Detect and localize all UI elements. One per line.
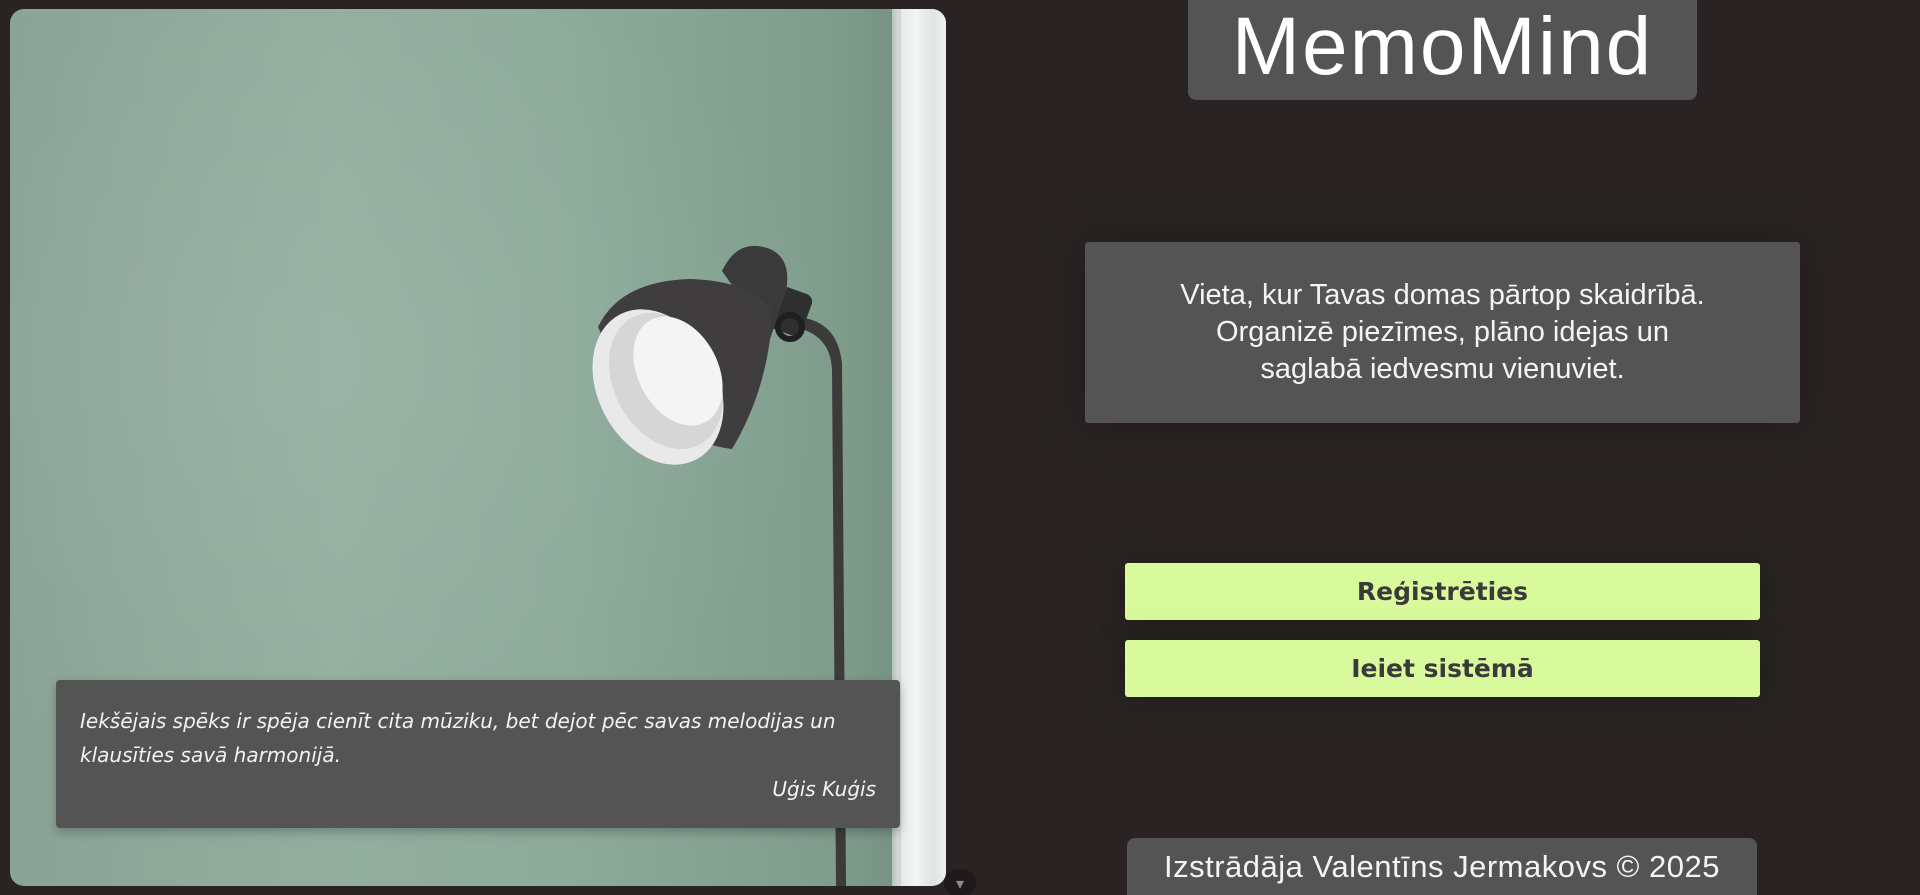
hero-photo: Iekšējais spēks ir spēja cienīt cita mūz… [10, 9, 946, 886]
footer-credit: Izstrādāja Valentīns Jermakovs © 2025 [1164, 848, 1720, 884]
quote-text: Iekšējais spēks ir spēja cienīt cita mūz… [80, 709, 836, 767]
chevron-down-icon[interactable]: ▾ [944, 869, 976, 895]
login-button[interactable]: Ieiet sistēmā [1125, 640, 1760, 697]
brand-name: MemoMind [1231, 1, 1654, 92]
brand-logo: MemoMind [1188, 0, 1697, 100]
register-button[interactable]: Reģistrēties [1125, 563, 1760, 620]
tagline-card: Vieta, kur Tavas domas pārtop skaidrībā.… [1085, 242, 1800, 423]
footer: Izstrādāja Valentīns Jermakovs © 2025 [1127, 838, 1757, 895]
tagline-text: Vieta, kur Tavas domas pārtop skaidrībā.… [1180, 279, 1705, 385]
quote-card: Iekšējais spēks ir spēja cienīt cita mūz… [56, 680, 900, 828]
quote-author: Uģis Kuģis [772, 777, 876, 801]
